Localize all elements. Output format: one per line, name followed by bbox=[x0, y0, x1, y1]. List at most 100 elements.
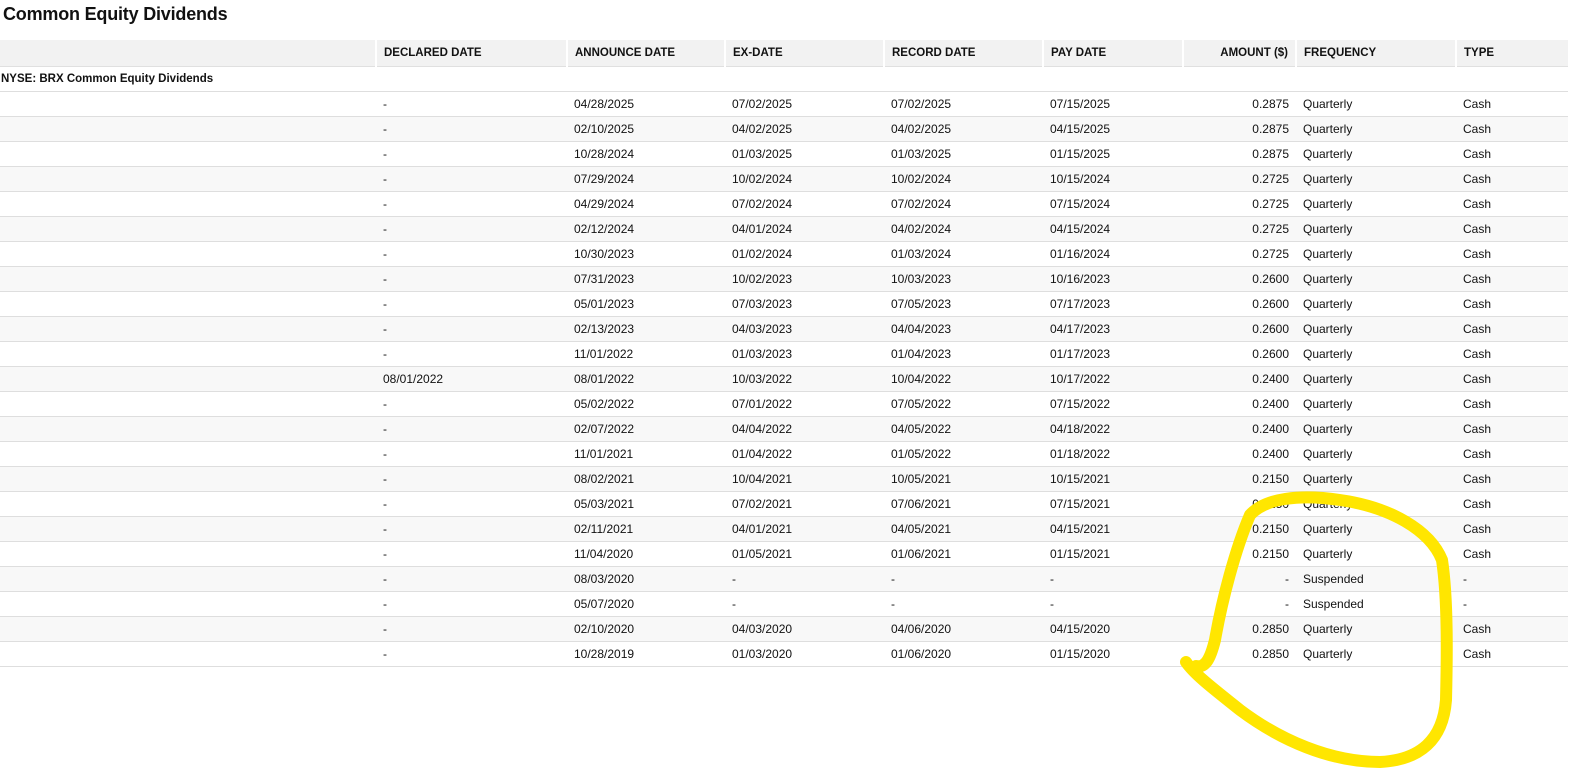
cell-type: Cash bbox=[1456, 216, 1568, 242]
cell-announce-date: 04/28/2025 bbox=[567, 91, 725, 117]
cell-declared-date: - bbox=[376, 541, 567, 567]
cell-pay-date: 04/15/2024 bbox=[1043, 216, 1183, 242]
cell-blank bbox=[0, 366, 376, 392]
cell-type: Cash bbox=[1456, 441, 1568, 467]
cell-frequency: Quarterly bbox=[1296, 316, 1456, 342]
cell-type: Cash bbox=[1456, 616, 1568, 642]
cell-announce-date: 05/07/2020 bbox=[567, 591, 725, 617]
cell-declared-date: - bbox=[376, 291, 567, 317]
table-row: -05/01/2023 07/03/2023 07/05/2023 07/17/202… bbox=[0, 291, 1568, 317]
cell-announce-date: 11/01/2022 bbox=[567, 341, 725, 367]
cell-type: Cash bbox=[1456, 516, 1568, 542]
cell-announce-date: 11/04/2020 bbox=[567, 541, 725, 567]
cell-ex-date: 04/03/2023 bbox=[725, 316, 884, 342]
cell-announce-date: 02/07/2022 bbox=[567, 416, 725, 442]
table-row: -05/07/2020- - - - Suspended - bbox=[0, 591, 1568, 617]
cell-pay-date: 01/18/2022 bbox=[1043, 441, 1183, 467]
cell-pay-date: - bbox=[1043, 591, 1183, 617]
cell-ex-date: - bbox=[725, 566, 884, 592]
cell-frequency: Quarterly bbox=[1296, 366, 1456, 392]
col-header-ex-date[interactable]: EX-DATE bbox=[724, 40, 884, 67]
table-row: -07/31/2023 10/02/2023 10/03/2023 10/16/202… bbox=[0, 266, 1568, 292]
cell-type: Cash bbox=[1456, 141, 1568, 167]
cell-announce-date: 02/10/2025 bbox=[567, 116, 725, 142]
cell-ex-date: 10/02/2023 bbox=[725, 266, 884, 292]
cell-pay-date: 01/16/2024 bbox=[1043, 241, 1183, 267]
cell-type: Cash bbox=[1456, 641, 1568, 667]
cell-type: Cash bbox=[1456, 291, 1568, 317]
cell-amount: 0.2850 bbox=[1183, 616, 1296, 642]
cell-record-date: 04/02/2025 bbox=[884, 116, 1043, 142]
cell-ex-date: 01/04/2022 bbox=[725, 441, 884, 467]
col-header-pay-date[interactable]: PAY DATE bbox=[1042, 40, 1183, 67]
cell-frequency: Quarterly bbox=[1296, 116, 1456, 142]
cell-type: Cash bbox=[1456, 416, 1568, 442]
table-row: -11/04/2020 01/05/2021 01/06/2021 01/15/202… bbox=[0, 541, 1568, 567]
cell-declared-date: - bbox=[376, 616, 567, 642]
cell-blank bbox=[0, 616, 376, 642]
cell-declared-date: - bbox=[376, 116, 567, 142]
table-row: -07/29/2024 10/02/2024 10/02/2024 10/15/202… bbox=[0, 166, 1568, 192]
col-header-declared-date[interactable]: DECLARED DATE bbox=[375, 40, 567, 67]
cell-record-date: 07/02/2025 bbox=[884, 91, 1043, 117]
cell-blank bbox=[0, 591, 376, 617]
cell-record-date: 10/03/2023 bbox=[884, 266, 1043, 292]
cell-pay-date: 04/15/2020 bbox=[1043, 616, 1183, 642]
cell-declared-date: - bbox=[376, 191, 567, 217]
table-row: -10/28/2024 01/03/2025 01/03/2025 01/15/202… bbox=[0, 141, 1568, 167]
cell-type: Cash bbox=[1456, 266, 1568, 292]
cell-frequency: Quarterly bbox=[1296, 191, 1456, 217]
cell-blank bbox=[0, 116, 376, 142]
cell-blank bbox=[0, 566, 376, 592]
cell-declared-date: - bbox=[376, 216, 567, 242]
cell-frequency: Quarterly bbox=[1296, 541, 1456, 567]
cell-frequency: Quarterly bbox=[1296, 416, 1456, 442]
cell-frequency: Quarterly bbox=[1296, 216, 1456, 242]
cell-ex-date: 04/01/2024 bbox=[725, 216, 884, 242]
cell-amount: 0.2725 bbox=[1183, 166, 1296, 192]
cell-amount: 0.2400 bbox=[1183, 366, 1296, 392]
cell-declared-date: - bbox=[376, 441, 567, 467]
cell-amount: - bbox=[1183, 566, 1296, 592]
cell-pay-date: 04/17/2023 bbox=[1043, 316, 1183, 342]
cell-blank bbox=[0, 391, 376, 417]
cell-blank bbox=[0, 266, 376, 292]
col-header-type[interactable]: TYPE bbox=[1455, 40, 1568, 67]
cell-amount: 0.2725 bbox=[1183, 216, 1296, 242]
cell-blank bbox=[0, 516, 376, 542]
cell-amount: 0.2725 bbox=[1183, 241, 1296, 267]
dividends-table: DECLARED DATE ANNOUNCE DATE EX-DATE RECORD … bbox=[0, 40, 1568, 667]
cell-ex-date: 04/03/2020 bbox=[725, 616, 884, 642]
table-row: -02/07/2022 04/04/2022 04/05/2022 04/18/202… bbox=[0, 416, 1568, 442]
cell-pay-date: 07/15/2022 bbox=[1043, 391, 1183, 417]
cell-frequency: Quarterly bbox=[1296, 141, 1456, 167]
cell-type: Cash bbox=[1456, 541, 1568, 567]
cell-pay-date: 01/15/2020 bbox=[1043, 641, 1183, 667]
col-header-announce-date[interactable]: ANNOUNCE DATE bbox=[566, 40, 725, 67]
cell-amount: - bbox=[1183, 591, 1296, 617]
cell-declared-date: - bbox=[376, 491, 567, 517]
cell-record-date: 04/02/2024 bbox=[884, 216, 1043, 242]
cell-pay-date: - bbox=[1043, 566, 1183, 592]
cell-amount: 0.2600 bbox=[1183, 266, 1296, 292]
table-row: -11/01/2021 01/04/2022 01/05/2022 01/18/202… bbox=[0, 441, 1568, 467]
cell-declared-date: - bbox=[376, 391, 567, 417]
cell-announce-date: 02/10/2020 bbox=[567, 616, 725, 642]
cell-blank bbox=[0, 466, 376, 492]
col-header-frequency[interactable]: FREQUENCY bbox=[1295, 40, 1456, 67]
cell-pay-date: 01/15/2021 bbox=[1043, 541, 1183, 567]
cell-blank bbox=[0, 216, 376, 242]
cell-frequency: Quarterly bbox=[1296, 91, 1456, 117]
table-row: -02/13/2023 04/03/2023 04/04/2023 04/17/202… bbox=[0, 316, 1568, 342]
col-header-amount[interactable]: AMOUNT ($) bbox=[1182, 40, 1296, 67]
cell-amount: 0.2600 bbox=[1183, 316, 1296, 342]
cell-amount: 0.2400 bbox=[1183, 416, 1296, 442]
cell-amount: 0.2150 bbox=[1183, 541, 1296, 567]
col-header-record-date[interactable]: RECORD DATE bbox=[883, 40, 1043, 67]
col-header-blank[interactable] bbox=[0, 40, 376, 67]
cell-declared-date: - bbox=[376, 566, 567, 592]
cell-record-date: 04/05/2021 bbox=[884, 516, 1043, 542]
cell-pay-date: 01/15/2025 bbox=[1043, 141, 1183, 167]
cell-ex-date: 07/02/2024 bbox=[725, 191, 884, 217]
cell-blank bbox=[0, 316, 376, 342]
